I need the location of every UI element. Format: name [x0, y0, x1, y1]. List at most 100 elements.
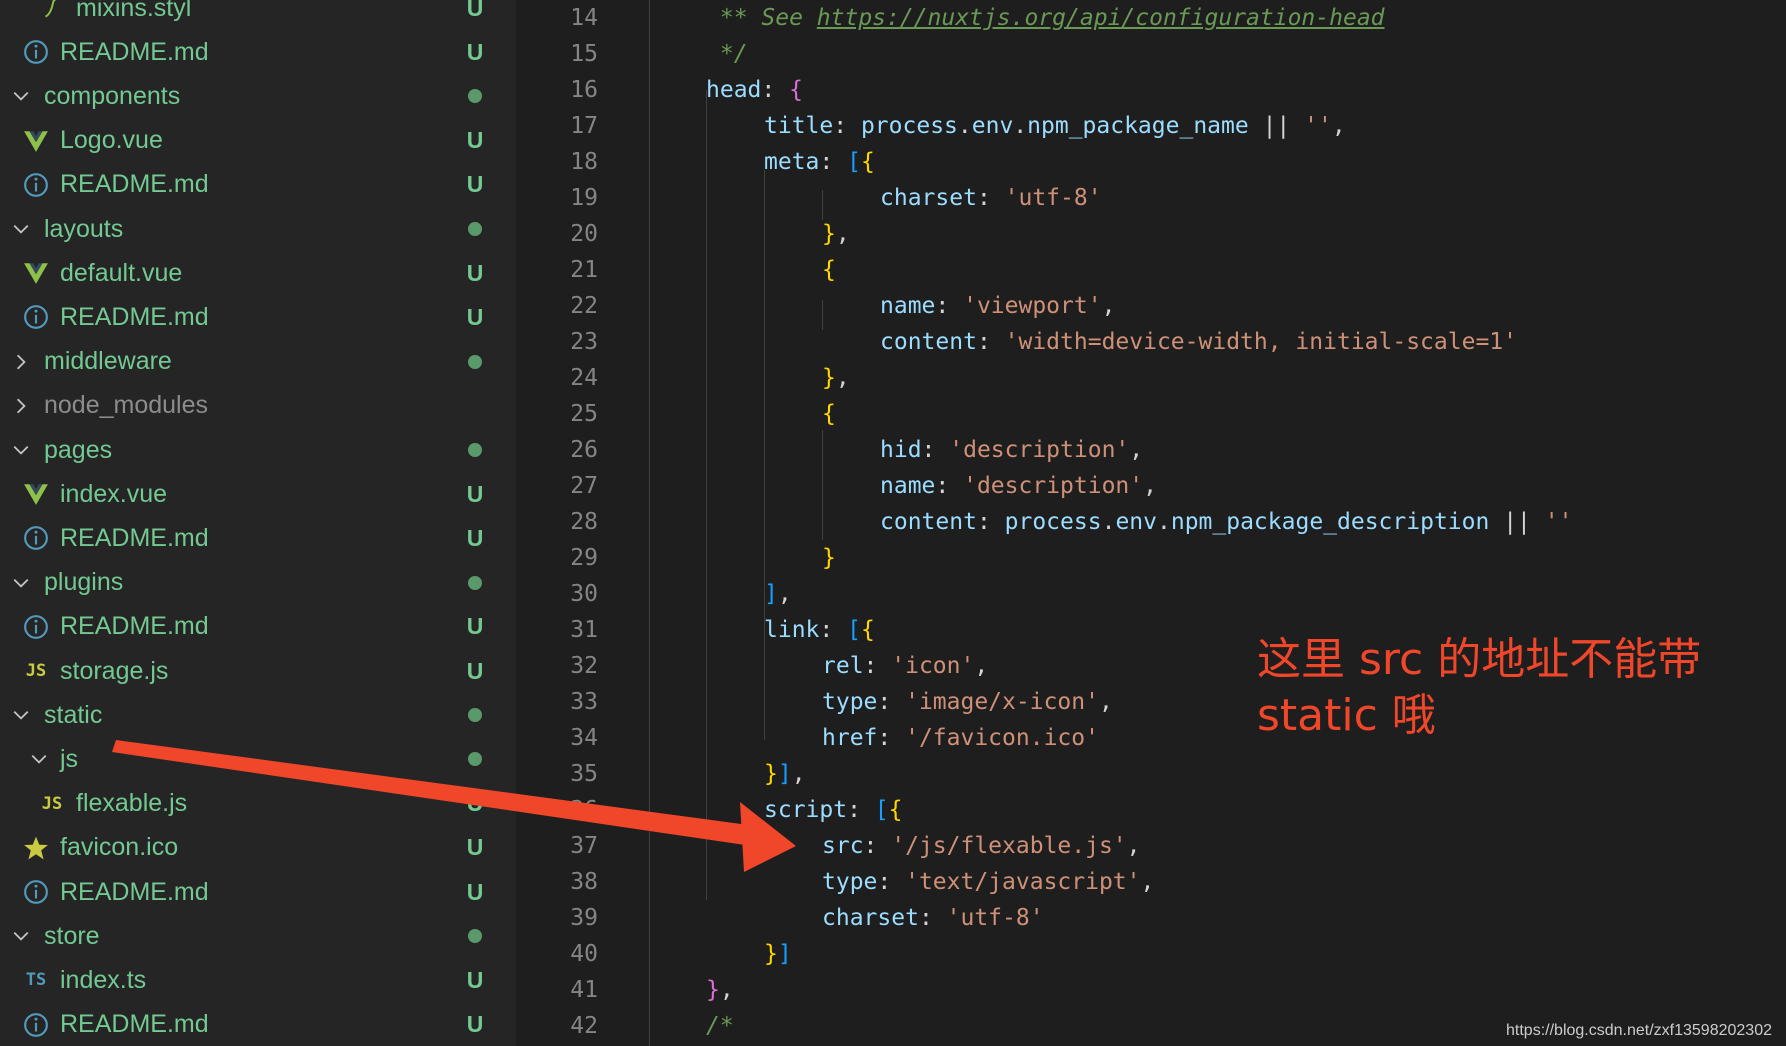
- code-line[interactable]: /*: [706, 1008, 734, 1044]
- chevron-down-icon[interactable]: [24, 737, 54, 781]
- explorer-file-item[interactable]: Logo.vue U: [0, 119, 516, 163]
- explorer-folder-item[interactable]: middleware: [0, 340, 516, 384]
- explorer-file-item[interactable]: JS flexable.js U: [0, 782, 516, 826]
- code-line[interactable]: src: '/js/flexable.js',: [822, 828, 1141, 864]
- code-line[interactable]: }: [822, 540, 836, 576]
- explorer-file-item[interactable]: README.md U: [0, 870, 516, 914]
- explorer-file-item[interactable]: mixins.styl U: [0, 0, 516, 30]
- code-line[interactable]: type: 'image/x-icon',: [822, 684, 1113, 720]
- chevron-down-icon[interactable]: [6, 74, 36, 118]
- code-line[interactable]: },: [706, 972, 734, 1008]
- line-number: 28: [570, 509, 598, 535]
- explorer-file-item[interactable]: index.vue U: [0, 472, 516, 516]
- chevron-down-icon[interactable]: [6, 428, 36, 472]
- explorer-folder-item[interactable]: plugins: [0, 561, 516, 605]
- js-icon: JS: [25, 661, 47, 681]
- explorer-file-item[interactable]: README.md U: [0, 605, 516, 649]
- code-line[interactable]: {: [822, 396, 836, 432]
- explorer-item-label: README.md: [60, 302, 209, 331]
- code-line[interactable]: content: 'width=device-width, initial-sc…: [880, 324, 1517, 360]
- code-line[interactable]: meta: [{: [764, 144, 875, 180]
- code-token: 'viewport': [963, 293, 1102, 319]
- code-link[interactable]: https://nuxtjs.org/api/configuration-hea…: [817, 5, 1385, 31]
- line-number: 38: [570, 869, 598, 895]
- explorer-item-label: flexable.js: [76, 789, 188, 818]
- explorer-file-item[interactable]: default.vue U: [0, 251, 516, 295]
- line-number: 18: [570, 149, 598, 175]
- chevron-down-icon[interactable]: [6, 693, 36, 737]
- code-token: script: [764, 797, 848, 823]
- code-token: [: [847, 149, 861, 175]
- explorer-folder-item[interactable]: node_modules: [0, 384, 516, 428]
- line-number: 27: [570, 473, 598, 499]
- line-number: 21: [570, 257, 598, 283]
- explorer-file-item[interactable]: README.md U: [0, 516, 516, 560]
- code-token: :: [819, 617, 848, 643]
- code-token: content: [880, 329, 977, 355]
- explorer-file-item[interactable]: TS index.ts U: [0, 958, 516, 1002]
- code-token: type: [822, 869, 878, 895]
- code-token: :: [847, 797, 875, 823]
- code-line[interactable]: {: [822, 252, 836, 288]
- code-line[interactable]: */: [706, 36, 748, 72]
- code-line[interactable]: link: [{: [764, 612, 875, 648]
- code-token: ,: [974, 653, 989, 679]
- code-line[interactable]: },: [822, 216, 850, 252]
- explorer-folder-item[interactable]: components: [0, 74, 516, 118]
- code-token: ,: [1129, 437, 1144, 463]
- code-token: 'image/x-icon': [905, 689, 1099, 715]
- vue-icon: [22, 472, 50, 516]
- chevron-down-icon[interactable]: [6, 561, 36, 605]
- code-token: href: [822, 725, 878, 751]
- line-number: 23: [570, 329, 598, 355]
- star-icon: [22, 826, 50, 870]
- explorer-folder-item[interactable]: layouts: [0, 207, 516, 251]
- code-line[interactable]: content: process.env.npm_package_descrip…: [880, 504, 1572, 540]
- code-line[interactable]: name: 'description',: [880, 468, 1157, 504]
- explorer-folder-item[interactable]: js: [0, 737, 516, 781]
- code-token: :: [819, 149, 848, 175]
- code-token: :: [935, 293, 964, 319]
- explorer-file-item[interactable]: README.md U: [0, 1003, 516, 1046]
- code-token: ,: [1140, 869, 1155, 895]
- code-line[interactable]: },: [822, 360, 850, 396]
- explorer-file-item[interactable]: README.md U: [0, 30, 516, 74]
- explorer-item-label: layouts: [44, 214, 124, 243]
- code-line[interactable]: hid: 'description',: [880, 432, 1143, 468]
- code-token: .: [1101, 509, 1116, 535]
- code-line[interactable]: ** See https://nuxtjs.org/api/configurat…: [706, 0, 1385, 36]
- code-line[interactable]: name: 'viewport',: [880, 288, 1115, 324]
- code-line[interactable]: }],: [764, 756, 806, 792]
- code-line[interactable]: ],: [764, 576, 792, 612]
- code-editor[interactable]: 14 ** See https://nuxtjs.org/api/configu…: [516, 0, 1786, 1046]
- code-line[interactable]: href: '/favicon.ico': [822, 720, 1099, 756]
- code-token: ,: [777, 581, 792, 607]
- code-line[interactable]: title: process.env.npm_package_name || '…: [764, 108, 1346, 144]
- explorer-folder-item[interactable]: pages: [0, 428, 516, 472]
- code-line[interactable]: charset: 'utf-8': [880, 180, 1102, 216]
- code-line[interactable]: }]: [764, 936, 792, 972]
- chevron-down-icon[interactable]: [6, 207, 36, 251]
- explorer-file-item[interactable]: JS storage.js U: [0, 649, 516, 693]
- code-line[interactable]: charset: 'utf-8': [822, 900, 1044, 936]
- explorer-folder-item[interactable]: static: [0, 693, 516, 737]
- explorer-file-item[interactable]: favicon.ico U: [0, 826, 516, 870]
- code-line[interactable]: script: [{: [764, 792, 903, 828]
- code-line[interactable]: rel: 'icon',: [822, 648, 988, 684]
- explorer-file-item[interactable]: README.md U: [0, 163, 516, 207]
- git-status-untracked: U: [466, 480, 484, 507]
- git-status-untracked: U: [466, 38, 484, 65]
- code-token: [: [874, 797, 889, 823]
- code-token: ]: [764, 581, 778, 607]
- chevron-right-icon[interactable]: [6, 384, 36, 428]
- explorer-folder-item[interactable]: store: [0, 914, 516, 958]
- code-line[interactable]: type: 'text/javascript',: [822, 864, 1154, 900]
- explorer-item-label: middleware: [44, 347, 172, 376]
- chevron-right-icon[interactable]: [6, 340, 36, 384]
- explorer-item-label: README.md: [60, 1010, 209, 1039]
- explorer-file-item[interactable]: README.md U: [0, 295, 516, 339]
- chevron-down-icon[interactable]: [6, 914, 36, 958]
- vue-icon: [22, 251, 50, 295]
- git-status-untracked: U: [466, 524, 484, 551]
- code-line[interactable]: head: {: [706, 72, 803, 108]
